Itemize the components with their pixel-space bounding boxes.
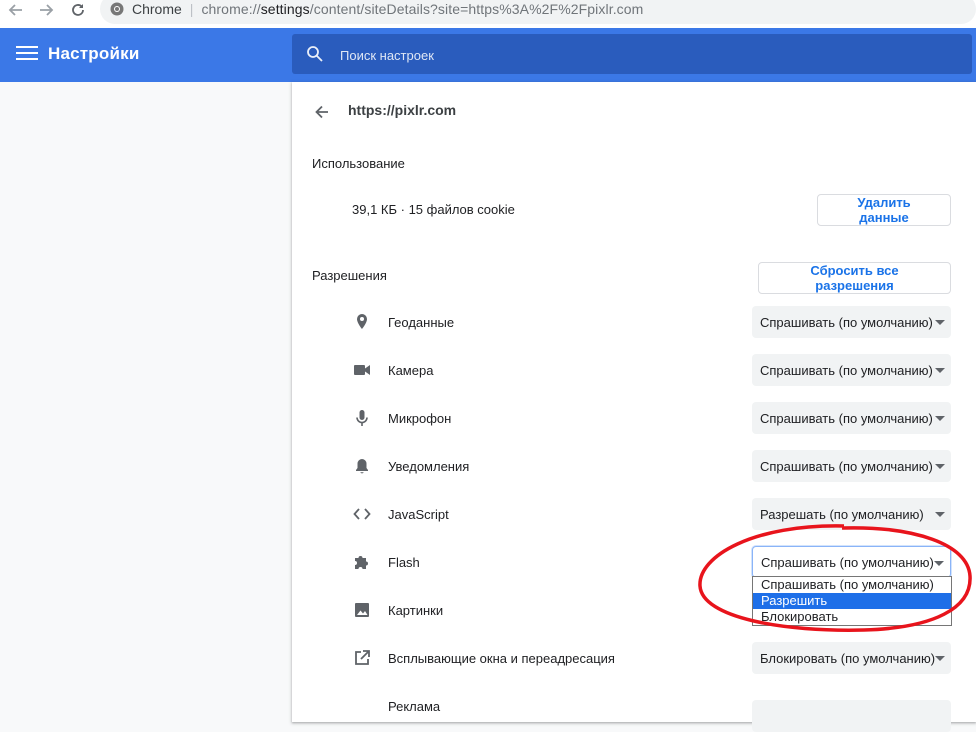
clear-data-button[interactable]: Удалить данные (817, 194, 951, 226)
image-icon (355, 603, 369, 617)
geolocation-select[interactable]: Спрашивать (по умолчанию) (752, 306, 951, 338)
permissions-section-label: Разрешения (312, 268, 387, 283)
permission-label: Всплывающие окна и переадресация (388, 651, 615, 666)
forward-arrow-icon[interactable] (34, 0, 58, 20)
permission-row-popups: Всплывающие окна и переадресация Блокиро… (292, 638, 976, 678)
url-text: chrome://settings/content/siteDetails?si… (201, 1, 643, 17)
address-bar[interactable]: Chrome | chrome://settings/content/siteD… (100, 0, 976, 24)
reset-permissions-button[interactable]: Сбросить все разрешения (758, 262, 951, 294)
flash-select[interactable]: Спрашивать (по умолчанию) (752, 546, 951, 578)
site-title: https://pixlr.com (348, 102, 457, 118)
browser-toolbar: Chrome | chrome://settings/content/siteD… (0, 0, 976, 28)
search-input[interactable] (338, 34, 942, 76)
microphone-select[interactable]: Спрашивать (по умолчанию) (752, 402, 951, 434)
puzzle-icon (355, 556, 368, 569)
search-icon (307, 46, 323, 62)
dropdown-option-highlighted[interactable]: Разрешить (753, 593, 951, 609)
site-details-card: https://pixlr.com Использование 39,1 КБ … (292, 82, 976, 732)
dropdown-option[interactable]: Блокировать (753, 609, 951, 625)
dropdown-option[interactable]: Спрашивать (по умолчанию) (753, 577, 951, 593)
permission-row-javascript: JavaScript Разрешать (по умолчанию) (292, 494, 976, 534)
popups-select[interactable]: Блокировать (по умолчанию) (752, 642, 951, 674)
chevron-down-icon (935, 656, 945, 661)
menu-icon[interactable] (16, 43, 38, 65)
permission-label: Картинки (388, 603, 444, 618)
chevron-down-icon (935, 512, 945, 517)
permission-row-geolocation: Геоданные Спрашивать (по умолчанию) (292, 302, 976, 342)
camera-icon (354, 365, 370, 375)
chrome-logo-icon (110, 2, 124, 16)
settings-header: Настройки (0, 28, 976, 82)
back-button[interactable] (312, 102, 332, 122)
usage-text: 39,1 КБ · 15 файлов cookie (352, 202, 515, 217)
code-icon (353, 508, 371, 520)
permission-label: Геоданные (388, 315, 455, 330)
chevron-down-icon (935, 368, 945, 373)
open-in-new-icon (355, 650, 370, 665)
microphone-icon (356, 410, 368, 426)
chevron-down-icon (934, 561, 944, 566)
usage-section-label: Использование (312, 156, 405, 171)
javascript-select[interactable]: Разрешать (по умолчанию) (752, 498, 951, 530)
camera-select[interactable]: Спрашивать (по умолчанию) (752, 354, 951, 386)
permission-row-notifications: Уведомления Спрашивать (по умолчанию) (292, 446, 976, 486)
page-title: Настройки (48, 44, 140, 63)
permission-row-microphone: Микрофон Спрашивать (по умолчанию) (292, 398, 976, 438)
permission-row-ads: Реклама (292, 686, 976, 732)
arrow-back-icon (315, 105, 328, 119)
chevron-down-icon (935, 464, 945, 469)
bell-icon (356, 459, 368, 474)
url-separator: | (189, 1, 194, 17)
reload-icon[interactable] (66, 0, 90, 20)
notifications-select[interactable]: Спрашивать (по умолчанию) (752, 450, 951, 482)
location-pin-icon (357, 314, 367, 329)
permission-label: Flash (388, 555, 420, 570)
chevron-down-icon (935, 416, 945, 421)
permission-label: Микрофон (388, 411, 452, 426)
permission-label: Камера (388, 363, 434, 378)
permission-row-camera: Камера Спрашивать (по умолчанию) (292, 350, 976, 390)
flash-dropdown-list: Спрашивать (по умолчанию) Разрешить Блок… (752, 576, 952, 626)
url-host: settings (260, 1, 310, 17)
permission-label: Реклама (388, 699, 441, 714)
url-prefix: chrome:// (201, 1, 261, 17)
chevron-down-icon (935, 320, 945, 325)
url-path: /content/siteDetails?site=https%3A%2F%2F… (309, 1, 644, 17)
site-label: Chrome (132, 1, 182, 17)
search-box[interactable] (292, 34, 972, 76)
back-arrow-icon[interactable] (4, 0, 28, 20)
permission-label: JavaScript (388, 507, 449, 522)
permission-label: Уведомления (388, 459, 470, 474)
ads-select[interactable] (752, 700, 951, 732)
